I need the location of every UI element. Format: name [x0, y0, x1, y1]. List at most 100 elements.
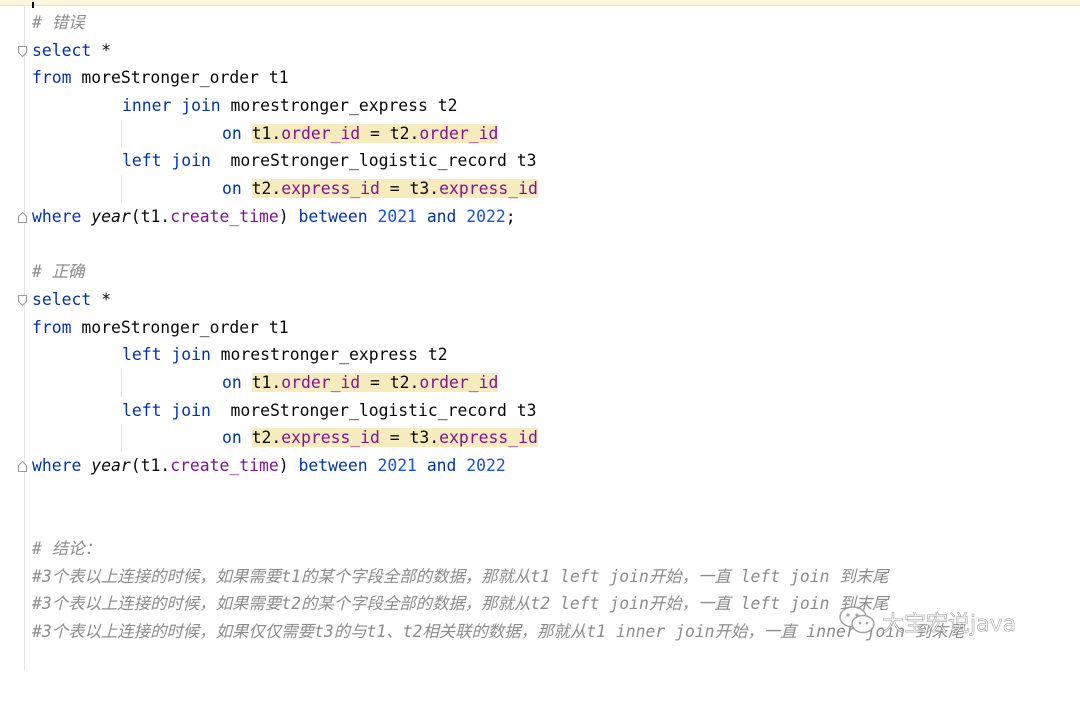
comment: #3个表以上连接的时候，如果需要t1的某个字段全部的数据，那就从t1 left … — [32, 566, 889, 586]
code-text: * — [91, 289, 111, 309]
code-text: moreStronger_order t1 — [71, 68, 289, 88]
highlighted-expression: t2.express_id = t3.express_id — [251, 428, 538, 448]
code-line: from moreStronger_order t1 — [0, 64, 1080, 92]
wechat-icon — [839, 606, 875, 634]
code-line: # 正确 — [0, 258, 1080, 286]
field-name: order_id — [281, 123, 361, 143]
keyword: on — [222, 179, 242, 199]
code-text: ) — [278, 206, 299, 226]
keyword: between — [298, 206, 368, 226]
fold-icon[interactable] — [18, 45, 27, 57]
keyword: left join — [122, 151, 211, 171]
field-name: create_time — [170, 206, 279, 226]
code-line: #3个表以上连接的时候，如果需要t1的某个字段全部的数据，那就从t1 left … — [0, 563, 1080, 591]
code-text: (t1. — [130, 456, 171, 475]
keyword: where — [32, 206, 82, 226]
watermark: 大宝宏说java — [838, 604, 1058, 638]
code-text: = t2. — [360, 123, 420, 143]
keyword: from — [32, 68, 72, 88]
field-name: express_id — [281, 428, 380, 448]
fold-icon[interactable] — [18, 294, 27, 306]
code-text: t1. — [251, 123, 282, 143]
code-text: morestronger_express t2 — [220, 96, 458, 116]
code-line: left join moreStronger_logistic_record t… — [0, 147, 1080, 175]
field-name: express_id — [281, 179, 380, 199]
function-name: year — [91, 206, 131, 226]
number-literal: 2021 — [377, 456, 417, 475]
code-text: morestronger_express t2 — [210, 345, 448, 365]
indent-guide — [121, 175, 122, 203]
field-name: express_id — [439, 179, 538, 199]
code-text: t2. — [251, 179, 282, 199]
code-text: moreStronger_order t1 — [71, 317, 289, 337]
fold-end-icon[interactable] — [18, 461, 27, 472]
field-name: order_id — [419, 372, 499, 392]
field-name: create_time — [170, 456, 279, 475]
code-text: = t3. — [379, 179, 440, 199]
keyword: select — [32, 40, 92, 60]
code-line: from moreStronger_order t1 — [0, 314, 1080, 342]
code-line: select * — [0, 37, 1080, 65]
comment: # 结论： — [32, 539, 101, 559]
comment: # 错误 — [32, 13, 85, 32]
code-line: on t2.express_id = t3.express_id — [0, 175, 1080, 203]
keyword: on — [222, 372, 242, 392]
code-text: moreStronger_logistic_record t3 — [210, 400, 537, 420]
code-text: ) — [278, 456, 299, 475]
code-line: on t1.order_id = t2.order_id — [0, 368, 1080, 397]
code-text: = t3. — [379, 428, 440, 448]
field-name: order_id — [419, 123, 499, 143]
code-line: # 错误 — [0, 9, 1080, 37]
keyword: between — [298, 456, 368, 475]
code-line: select * — [0, 286, 1080, 314]
function-name: year — [91, 456, 131, 475]
text-caret — [32, 2, 34, 8]
indent-guide — [121, 424, 122, 452]
keyword: left join — [122, 345, 211, 365]
number-literal: 2022 — [466, 206, 506, 226]
watermark-text: 大宝宏说java — [882, 612, 1017, 638]
indent-guide — [121, 119, 122, 148]
comment: #3个表以上连接的时候，如果需要t2的某个字段全部的数据，那就从t2 left … — [32, 594, 889, 614]
code-text: moreStronger_logistic_record t3 — [210, 151, 537, 171]
keyword: and — [426, 456, 457, 475]
editor-top-strip — [0, 0, 1080, 6]
field-name: order_id — [281, 372, 361, 392]
fold-end-icon[interactable] — [18, 211, 27, 223]
code-line: inner join morestronger_express t2 — [0, 92, 1080, 120]
code-text: * — [91, 40, 111, 60]
highlighted-expression: t1.order_id = t2.order_id — [251, 372, 499, 392]
code-editor[interactable]: # 错误 select * from moreStronger_order t1… — [0, 9, 1080, 646]
code-line: # 结论： — [0, 535, 1080, 563]
code-line: where year(t1.create_time) between 2021 … — [0, 203, 1080, 231]
code-text: t1. — [251, 372, 282, 392]
number-literal: 2022 — [466, 456, 506, 475]
code-line: left join moreStronger_logistic_record t… — [0, 397, 1080, 425]
keyword: select — [32, 289, 92, 309]
number-literal: 2021 — [377, 206, 417, 226]
code-text: = t2. — [360, 372, 420, 392]
keyword: and — [426, 206, 457, 226]
indent-guide — [121, 368, 122, 397]
keyword: on — [222, 428, 242, 448]
highlighted-expression: t1.order_id = t2.order_id — [251, 123, 499, 143]
code-text: t2. — [251, 428, 282, 448]
code-line: on t2.express_id = t3.express_id — [0, 424, 1080, 452]
code-text: ; — [505, 206, 516, 226]
code-line: where year(t1.create_time) between 2021 … — [0, 452, 1080, 480]
keyword: left join — [122, 400, 211, 420]
keyword: where — [32, 456, 82, 475]
comment: #3个表以上连接的时候，如果仅仅需要t3的与t1、t2相关联的数据，那就从t1 … — [32, 622, 965, 642]
keyword: on — [222, 123, 242, 143]
keyword: from — [32, 317, 72, 337]
field-name: express_id — [439, 428, 538, 448]
